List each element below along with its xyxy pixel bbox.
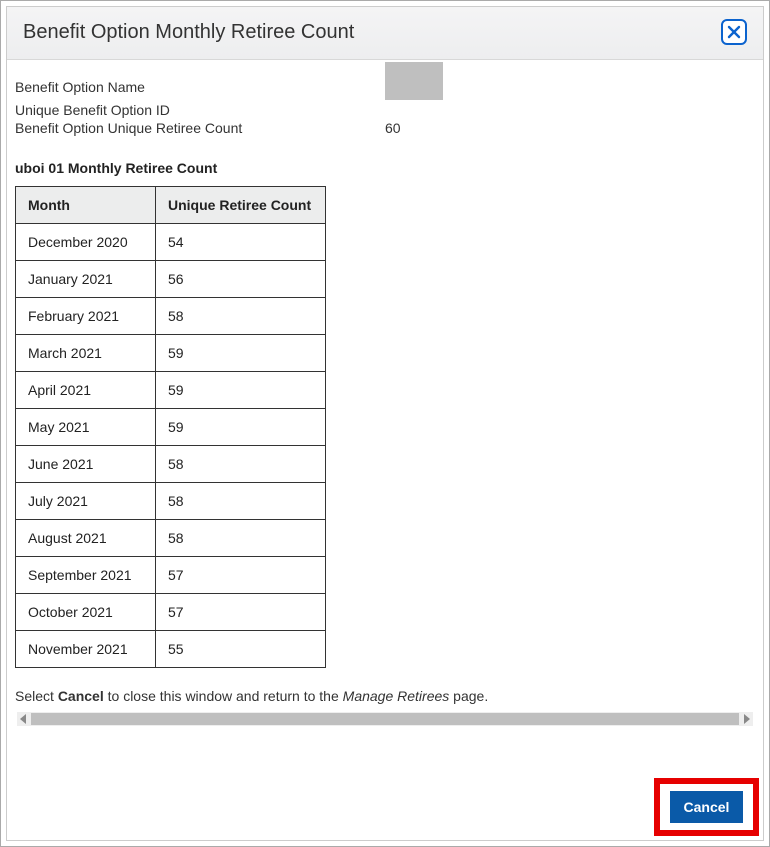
cell-count: 58	[156, 298, 326, 335]
dialog-header: Benefit Option Monthly Retiree Count	[7, 7, 763, 60]
cell-count: 57	[156, 594, 326, 631]
highlight-ring: Cancel	[654, 778, 759, 836]
dialog-title: Benefit Option Monthly Retiree Count	[23, 21, 354, 44]
cell-count: 56	[156, 261, 326, 298]
col-header-month: Month	[16, 187, 156, 224]
instruction-post: page.	[449, 688, 488, 704]
instruction-bold: Cancel	[58, 688, 104, 704]
cell-month: September 2021	[16, 557, 156, 594]
table-row: April 202159	[16, 372, 326, 409]
retiree-count-table: Month Unique Retiree Count December 2020…	[15, 186, 326, 668]
info-row-count: Benefit Option Unique Retiree Count 60	[15, 120, 755, 136]
instruction-mid: to close this window and return to the	[104, 688, 343, 704]
cell-count: 58	[156, 446, 326, 483]
info-value-count: 60	[385, 120, 401, 136]
table-row: December 202054	[16, 224, 326, 261]
col-header-count: Unique Retiree Count	[156, 187, 326, 224]
cell-count: 59	[156, 409, 326, 446]
table-row: February 202158	[16, 298, 326, 335]
cell-month: March 2021	[16, 335, 156, 372]
cell-month: August 2021	[16, 520, 156, 557]
cell-count: 58	[156, 520, 326, 557]
instruction-text: Select Cancel to close this window and r…	[15, 688, 755, 704]
instruction-italic: Manage Retirees	[343, 688, 450, 704]
table-row: March 202159	[16, 335, 326, 372]
cell-month: February 2021	[16, 298, 156, 335]
info-label-id: Unique Benefit Option ID	[15, 102, 385, 118]
table-row: July 202158	[16, 483, 326, 520]
close-icon	[727, 25, 741, 39]
cell-month: November 2021	[16, 631, 156, 668]
info-value-name	[385, 74, 443, 100]
redacted-block	[385, 62, 443, 100]
cell-count: 54	[156, 224, 326, 261]
cell-count: 59	[156, 372, 326, 409]
table-row: August 202158	[16, 520, 326, 557]
cell-month: July 2021	[16, 483, 156, 520]
scroll-left-icon[interactable]	[20, 714, 26, 724]
table-row: October 202157	[16, 594, 326, 631]
table-subheading: uboi 01 Monthly Retiree Count	[15, 160, 755, 176]
dialog-body: Benefit Option Name Unique Benefit Optio…	[7, 60, 763, 732]
scrollbar-thumb[interactable]	[31, 713, 739, 725]
close-button[interactable]	[721, 19, 747, 45]
cell-month: January 2021	[16, 261, 156, 298]
cancel-button[interactable]: Cancel	[670, 791, 744, 823]
cell-month: June 2021	[16, 446, 156, 483]
dialog: Benefit Option Monthly Retiree Count Ben…	[6, 6, 764, 841]
scroll-right-icon[interactable]	[744, 714, 750, 724]
info-label-name: Benefit Option Name	[15, 79, 385, 95]
horizontal-scrollbar[interactable]	[17, 712, 753, 726]
info-row-id: Unique Benefit Option ID	[15, 102, 755, 118]
table-row: November 202155	[16, 631, 326, 668]
cell-count: 55	[156, 631, 326, 668]
table-row: September 202157	[16, 557, 326, 594]
table-row: June 202158	[16, 446, 326, 483]
instruction-pre: Select	[15, 688, 58, 704]
cell-month: April 2021	[16, 372, 156, 409]
info-label-count: Benefit Option Unique Retiree Count	[15, 120, 385, 136]
table-row: January 202156	[16, 261, 326, 298]
cell-month: October 2021	[16, 594, 156, 631]
dialog-footer: Cancel	[7, 732, 763, 840]
table-row: May 202159	[16, 409, 326, 446]
cell-month: December 2020	[16, 224, 156, 261]
cell-month: May 2021	[16, 409, 156, 446]
cell-count: 57	[156, 557, 326, 594]
info-row-name: Benefit Option Name	[15, 74, 755, 100]
cell-count: 59	[156, 335, 326, 372]
cell-count: 58	[156, 483, 326, 520]
